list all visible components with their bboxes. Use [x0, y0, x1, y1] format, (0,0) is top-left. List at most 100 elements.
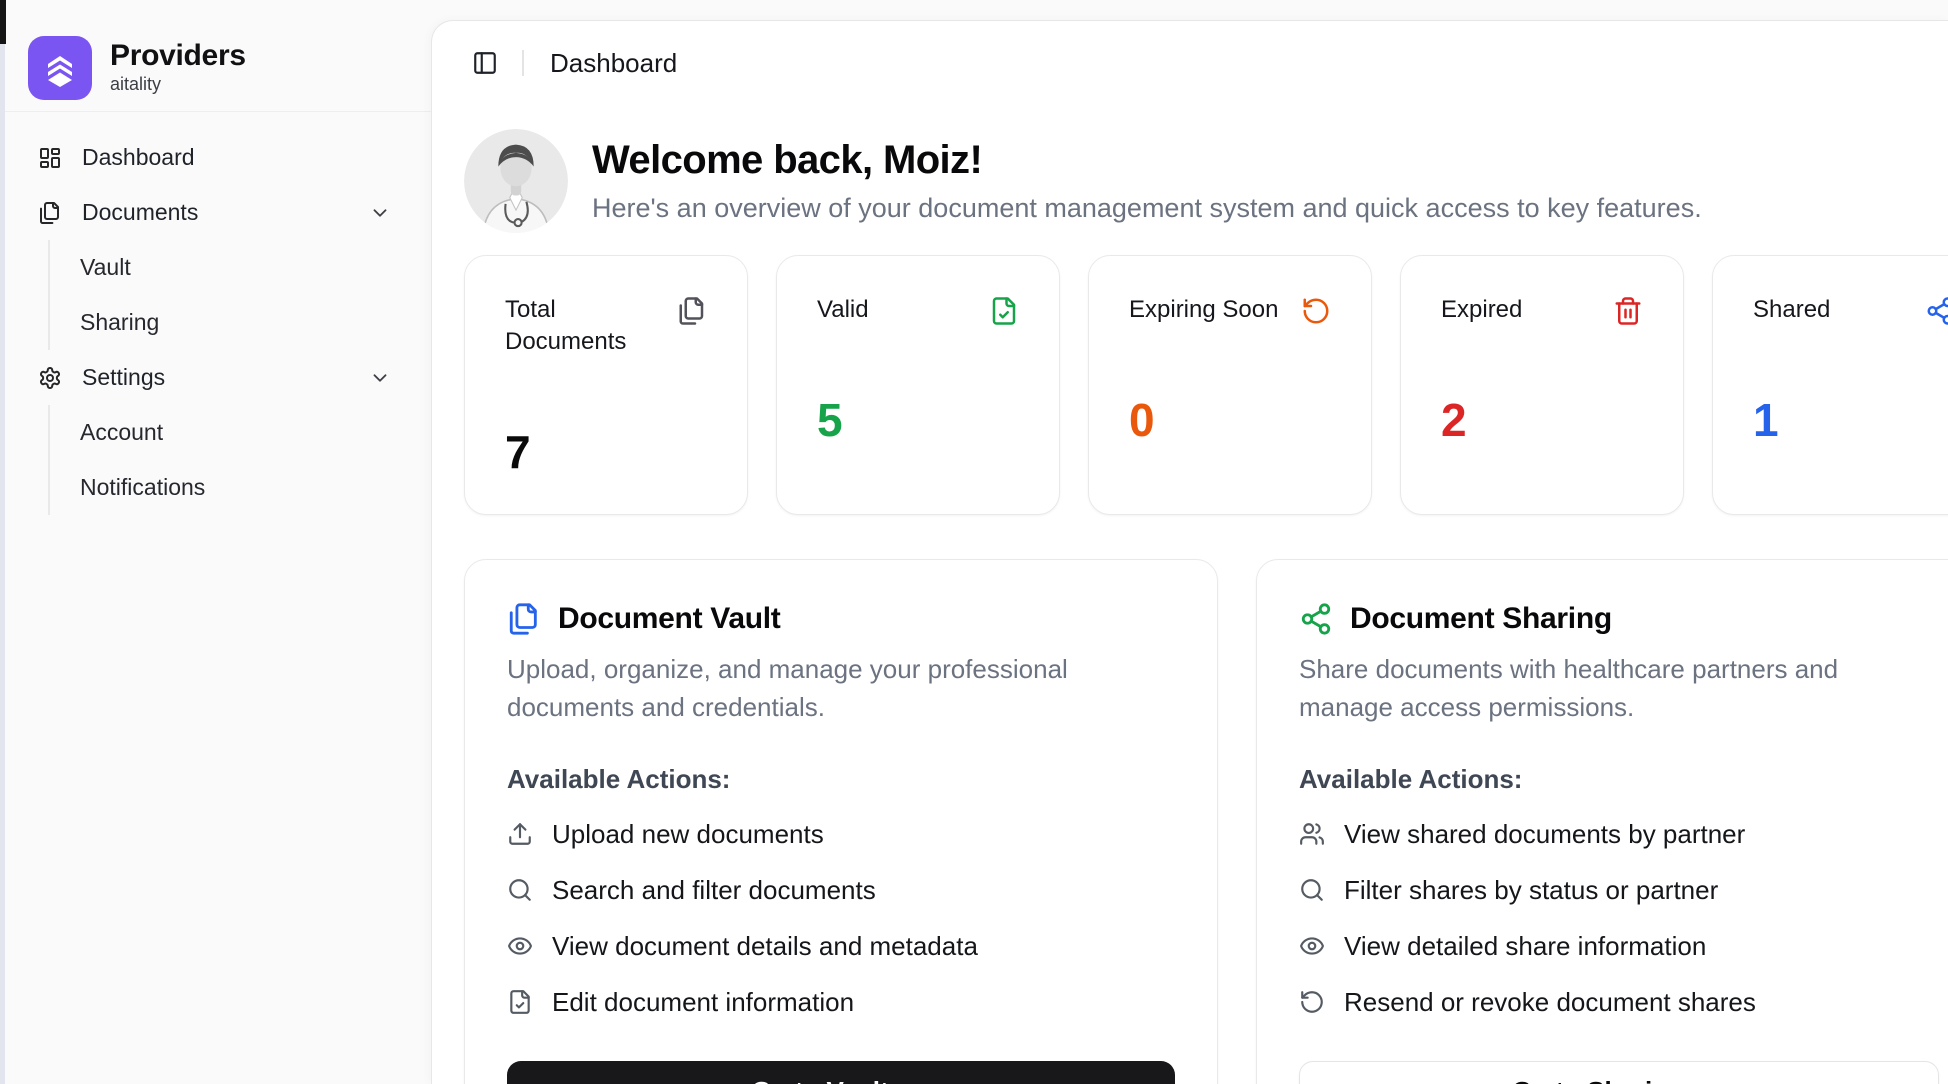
- stat-value: 5: [817, 394, 1019, 446]
- search-icon: [1299, 877, 1325, 903]
- stat-card-expiring-soon: Expiring Soon 0: [1088, 255, 1372, 515]
- files-icon: [507, 602, 541, 636]
- action-label: View document details and metadata: [552, 931, 978, 962]
- go-to-sharing-button[interactable]: Go to Sharing: [1299, 1061, 1939, 1084]
- document-sharing-card: Document Sharing Share documents with he…: [1256, 559, 1948, 1084]
- eye-icon: [1299, 933, 1325, 959]
- doctor-avatar-illustration: [464, 129, 568, 233]
- sidebar-item-label: Notifications: [80, 474, 205, 501]
- action-label: Edit document information: [552, 987, 854, 1018]
- stat-label: Valid: [817, 294, 869, 326]
- sidebar: Providers aitality Dashboard Documents V…: [0, 0, 431, 1084]
- trash-icon: [1613, 296, 1643, 326]
- settings-subgroup: Account Notifications: [48, 405, 391, 515]
- breadcrumb: Dashboard: [550, 48, 677, 79]
- action-upload-new-documents: Upload new documents: [507, 817, 1175, 851]
- breadcrumb-separator: [522, 50, 524, 76]
- action-edit-document-info: Edit document information: [507, 985, 1175, 1019]
- page-subtitle: Here's an overview of your document mana…: [592, 191, 1702, 225]
- stat-value: 1: [1753, 394, 1948, 446]
- history-icon: [1301, 296, 1331, 326]
- button-label: Go to Sharing: [1512, 1076, 1684, 1084]
- chevron-down-icon[interactable]: [369, 367, 391, 389]
- main-panel: Dashboard Welcome back, Moiz!: [431, 20, 1948, 1084]
- brand-text: Providers aitality: [110, 39, 246, 96]
- sidebar-item-label: Account: [80, 419, 163, 446]
- file-check-icon: [507, 989, 533, 1015]
- action-filter-shares: Filter shares by status or partner: [1299, 873, 1939, 907]
- users-icon: [1299, 821, 1325, 847]
- go-to-vault-button[interactable]: Go to Vault: [507, 1061, 1175, 1084]
- files-icon: [677, 296, 707, 326]
- org-name: aitality: [110, 73, 246, 96]
- app-name: Providers: [110, 39, 246, 73]
- stat-card-expired: Expired 2: [1400, 255, 1684, 515]
- sidebar-item-settings[interactable]: Settings: [38, 350, 391, 405]
- eye-icon: [507, 933, 533, 959]
- welcome-section: Welcome back, Moiz! Here's an overview o…: [464, 129, 1948, 233]
- action-view-document-details: View document details and metadata: [507, 929, 1175, 963]
- stat-value: 2: [1441, 394, 1643, 446]
- action-label: Resend or revoke document shares: [1344, 987, 1756, 1018]
- rotate-ccw-icon: [1299, 989, 1325, 1015]
- card-description: Share documents with healthcare partners…: [1299, 650, 1939, 726]
- action-search-filter-documents: Search and filter documents: [507, 873, 1175, 907]
- sidebar-item-label: Vault: [80, 254, 131, 281]
- actions-heading: Available Actions:: [507, 764, 1175, 795]
- sidebar-item-documents[interactable]: Documents: [38, 185, 391, 240]
- action-view-shared-by-partner: View shared documents by partner: [1299, 817, 1939, 851]
- sidebar-item-label: Documents: [82, 199, 198, 226]
- chevron-right-icon: [907, 1079, 931, 1084]
- card-description: Upload, organize, and manage your profes…: [507, 650, 1175, 726]
- share-icon: [1299, 602, 1333, 636]
- file-check-icon: [989, 296, 1019, 326]
- upload-icon: [507, 821, 533, 847]
- sidebar-header: Providers aitality: [0, 0, 431, 112]
- stats-row: Total Documents 7 Valid 5 Expiring Soon: [464, 255, 1948, 515]
- panel-left-icon: [472, 50, 498, 76]
- stat-card-total-documents: Total Documents 7: [464, 255, 748, 515]
- share-icon: [1925, 296, 1948, 326]
- stat-card-shared: Shared 1: [1712, 255, 1948, 515]
- action-label: Filter shares by status or partner: [1344, 875, 1718, 906]
- sidebar-item-vault[interactable]: Vault: [80, 240, 391, 295]
- dashboard-grid-icon: [38, 146, 62, 170]
- window-edge-strip: [0, 0, 5, 1084]
- stat-card-valid: Valid 5: [776, 255, 1060, 515]
- sidebar-item-account[interactable]: Account: [80, 405, 391, 460]
- sidebar-item-sharing[interactable]: Sharing: [80, 295, 391, 350]
- chevron-down-icon[interactable]: [369, 202, 391, 224]
- search-icon: [507, 877, 533, 903]
- sidebar-item-label: Settings: [82, 364, 165, 391]
- chevron-right-icon: [1702, 1079, 1726, 1084]
- stat-label: Shared: [1753, 294, 1830, 326]
- stacked-chevrons-icon: [38, 46, 82, 90]
- action-resend-revoke-shares: Resend or revoke document shares: [1299, 985, 1939, 1019]
- action-label: View detailed share information: [1344, 931, 1706, 962]
- stat-value: 0: [1129, 394, 1331, 446]
- stat-value: 7: [505, 426, 707, 478]
- avatar: [464, 129, 568, 233]
- button-label: Go to Vault: [751, 1076, 888, 1084]
- card-title: Document Vault: [558, 602, 781, 636]
- stat-label: Expiring Soon: [1129, 294, 1278, 326]
- page-title: Welcome back, Moiz!: [592, 137, 1702, 183]
- sidebar-toggle-button[interactable]: [470, 48, 500, 78]
- documents-subgroup: Vault Sharing: [48, 240, 391, 350]
- sidebar-item-label: Sharing: [80, 309, 159, 336]
- features-row: Document Vault Upload, organize, and man…: [464, 559, 1948, 1084]
- stat-label: Total Documents: [505, 294, 665, 358]
- card-title: Document Sharing: [1350, 602, 1612, 636]
- document-vault-card: Document Vault Upload, organize, and man…: [464, 559, 1218, 1084]
- stat-label: Expired: [1441, 294, 1522, 326]
- top-bar: Dashboard: [464, 47, 1948, 79]
- files-icon: [38, 201, 62, 225]
- window-edge-artifact: [0, 0, 6, 44]
- sidebar-nav: Dashboard Documents Vault Sharing: [0, 112, 431, 515]
- action-label: Upload new documents: [552, 819, 824, 850]
- app-logo[interactable]: [28, 36, 92, 100]
- sidebar-item-label: Dashboard: [82, 144, 195, 171]
- sidebar-item-dashboard[interactable]: Dashboard: [38, 130, 391, 185]
- sidebar-item-notifications[interactable]: Notifications: [80, 460, 391, 515]
- action-view-share-information: View detailed share information: [1299, 929, 1939, 963]
